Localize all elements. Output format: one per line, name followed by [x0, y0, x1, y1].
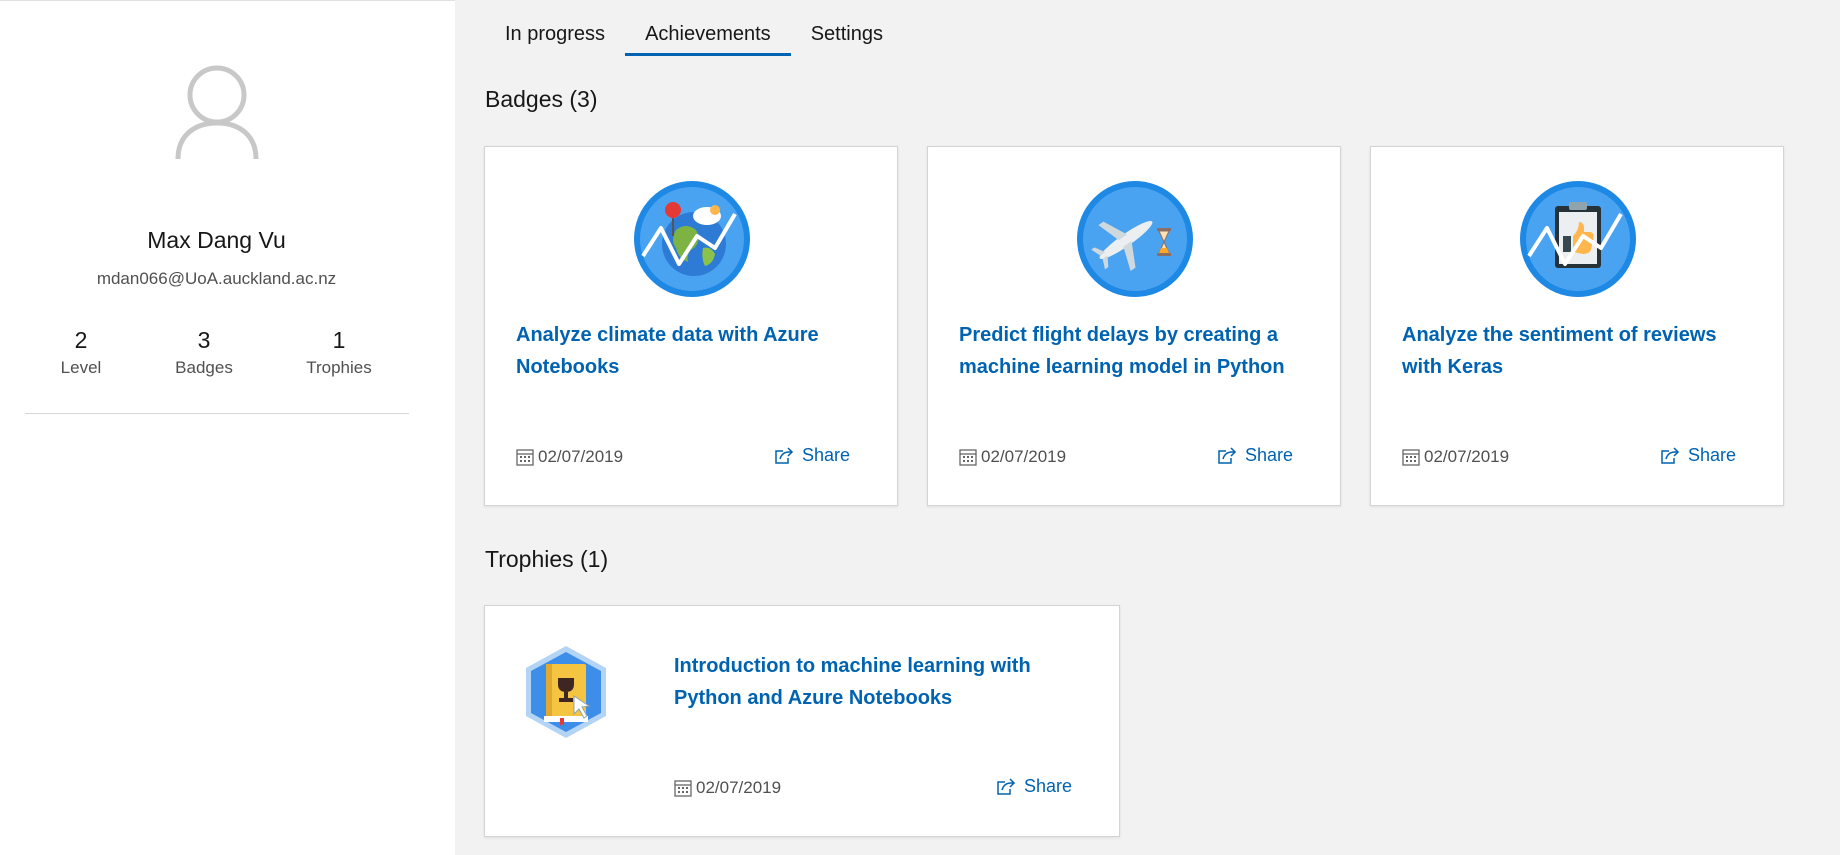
calendar-icon: [1402, 449, 1420, 466]
trophy-title-link[interactable]: Introduction to machine learning with Py…: [674, 650, 1094, 714]
calendar-icon: [959, 449, 977, 466]
calendar-icon: [674, 780, 692, 797]
share-button[interactable]: Share: [996, 776, 1072, 797]
stat-level-label: Level: [60, 358, 102, 377]
user-avatar-icon: [175, 65, 259, 160]
badge-card: Predict flight delays by creating a mach…: [927, 146, 1341, 506]
calendar-icon: [516, 449, 534, 466]
badge-title-link[interactable]: Analyze the sentiment of reviews with Ke…: [1402, 319, 1762, 383]
user-name: Max Dang Vu: [147, 227, 286, 253]
trophy-date-text: 02/07/2019: [696, 778, 782, 797]
tab-bar: In progress Achievements Settings: [485, 0, 903, 58]
stat-level: 2 Level: [21, 327, 141, 378]
badge-card: Analyze the sentiment of reviews with Ke…: [1370, 146, 1784, 506]
share-button[interactable]: Share: [1660, 445, 1736, 466]
stat-badges-label: Badges: [175, 358, 233, 377]
badge-title-link[interactable]: Analyze climate data with Azure Notebook…: [516, 319, 876, 383]
share-icon: [775, 446, 794, 464]
badge-date: 02/07/2019: [959, 447, 1066, 467]
badge-date-text: 02/07/2019: [981, 447, 1067, 466]
share-label: Share: [1687, 445, 1736, 465]
trophy-book-icon: [526, 646, 606, 738]
badge-date-text: 02/07/2019: [538, 447, 624, 466]
share-button[interactable]: Share: [774, 445, 850, 466]
stat-trophies: 1 Trophies: [279, 327, 399, 378]
tab-achievements[interactable]: Achievements: [625, 0, 791, 56]
stat-trophies-value: 1: [332, 327, 346, 353]
share-icon: [1218, 446, 1237, 464]
trophies-heading: Trophies (1): [485, 546, 609, 572]
tab-in-progress[interactable]: In progress: [485, 0, 625, 56]
badges-heading: Badges (3): [485, 86, 598, 112]
clipboard-thumbs-up-icon: [1520, 181, 1636, 297]
badge-title-link[interactable]: Predict flight delays by creating a mach…: [959, 319, 1319, 383]
share-button[interactable]: Share: [1217, 445, 1293, 466]
badge-card: Analyze climate data with Azure Notebook…: [484, 146, 898, 506]
stat-level-value: 2: [74, 327, 88, 353]
climate-globe-icon: [634, 181, 750, 297]
stat-trophies-label: Trophies: [306, 358, 372, 377]
sidebar-divider: [25, 413, 409, 414]
badge-date-text: 02/07/2019: [1424, 447, 1510, 466]
airplane-hourglass-icon: [1077, 181, 1193, 297]
share-label: Share: [1023, 776, 1072, 796]
stat-badges: 3 Badges: [144, 327, 264, 378]
stat-badges-value: 3: [197, 327, 211, 353]
badge-date: 02/07/2019: [516, 447, 623, 467]
user-email: mdan066@UoA.auckland.ac.nz: [96, 269, 337, 288]
badge-date: 02/07/2019: [1402, 447, 1509, 467]
tab-settings[interactable]: Settings: [791, 0, 903, 56]
share-icon: [997, 777, 1016, 795]
share-label: Share: [1244, 445, 1293, 465]
share-label: Share: [801, 445, 850, 465]
profile-sidebar: Max Dang Vu mdan066@UoA.auckland.ac.nz 2…: [0, 0, 455, 855]
trophy-card: Introduction to machine learning with Py…: [484, 605, 1120, 837]
share-icon: [1661, 446, 1680, 464]
trophy-date: 02/07/2019: [674, 778, 781, 798]
